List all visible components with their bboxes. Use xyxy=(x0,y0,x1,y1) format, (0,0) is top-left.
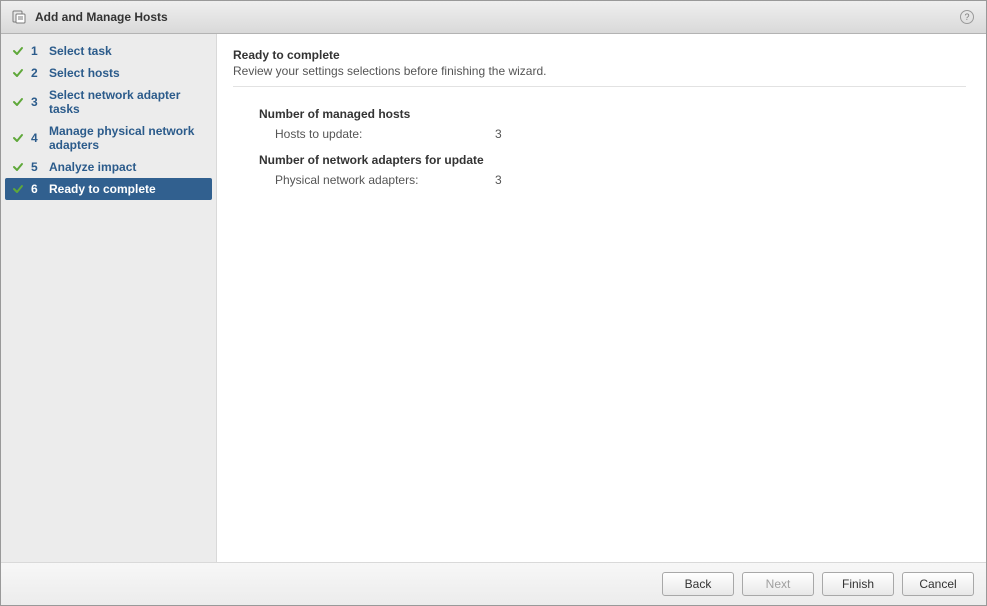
main-pane: Ready to complete Review your settings s… xyxy=(217,34,986,562)
summary-group: Number of network adapters for update Phy… xyxy=(259,153,966,189)
window-title: Add and Manage Hosts xyxy=(35,10,950,24)
page-heading: Ready to complete xyxy=(233,48,966,62)
step-label: Select network adapter tasks xyxy=(49,88,208,116)
summary-value: 3 xyxy=(495,173,502,187)
summary-key: Hosts to update: xyxy=(275,127,475,141)
back-button[interactable]: Back xyxy=(662,572,734,596)
step-label: Manage physical network adapters xyxy=(49,124,208,152)
hosts-icon xyxy=(11,9,27,25)
summary-row: Physical network adapters: 3 xyxy=(259,171,966,189)
step-number: 4 xyxy=(31,131,43,145)
next-button: Next xyxy=(742,572,814,596)
step-number: 2 xyxy=(31,66,43,80)
step-sidebar: 1 Select task 2 Select hosts 3 Select network… xyxy=(1,34,217,562)
cancel-button[interactable]: Cancel xyxy=(902,572,974,596)
wizard-step-6[interactable]: 6 Ready to complete xyxy=(5,178,212,200)
step-number: 1 xyxy=(31,44,43,58)
wizard-window: Add and Manage Hosts ? 1 Select task 2 Sele… xyxy=(0,0,987,606)
summary-group-title: Number of managed hosts xyxy=(259,107,966,121)
summary-groups: Number of managed hosts Hosts to update: 3… xyxy=(233,107,966,189)
wizard-step-1[interactable]: 1 Select task xyxy=(1,40,216,62)
check-icon xyxy=(11,95,25,109)
summary-key: Physical network adapters: xyxy=(275,173,475,187)
wizard-step-4[interactable]: 4 Manage physical network adapters xyxy=(1,120,216,156)
check-icon xyxy=(11,131,25,145)
wizard-step-3[interactable]: 3 Select network adapter tasks xyxy=(1,84,216,120)
help-icon[interactable]: ? xyxy=(958,8,976,26)
check-icon xyxy=(11,182,25,196)
finish-button[interactable]: Finish xyxy=(822,572,894,596)
check-icon xyxy=(11,44,25,58)
wizard-step-2[interactable]: 2 Select hosts xyxy=(1,62,216,84)
svg-text:?: ? xyxy=(964,12,969,22)
step-label: Analyze impact xyxy=(49,160,208,174)
wizard-footer: Back Next Finish Cancel xyxy=(1,562,986,605)
step-label: Select task xyxy=(49,44,208,58)
step-number: 5 xyxy=(31,160,43,174)
step-number: 3 xyxy=(31,95,43,109)
check-icon xyxy=(11,66,25,80)
step-label: Ready to complete xyxy=(49,182,204,196)
check-icon xyxy=(11,160,25,174)
heading-divider xyxy=(233,86,966,87)
page-subtitle: Review your settings selections before f… xyxy=(233,64,966,78)
titlebar: Add and Manage Hosts ? xyxy=(1,1,986,34)
summary-group: Number of managed hosts Hosts to update: 3 xyxy=(259,107,966,143)
step-number: 6 xyxy=(31,182,43,196)
summary-group-title: Number of network adapters for update xyxy=(259,153,966,167)
step-label: Select hosts xyxy=(49,66,208,80)
wizard-step-5[interactable]: 5 Analyze impact xyxy=(1,156,216,178)
wizard-body: 1 Select task 2 Select hosts 3 Select network… xyxy=(1,34,986,562)
summary-row: Hosts to update: 3 xyxy=(259,125,966,143)
summary-value: 3 xyxy=(495,127,502,141)
